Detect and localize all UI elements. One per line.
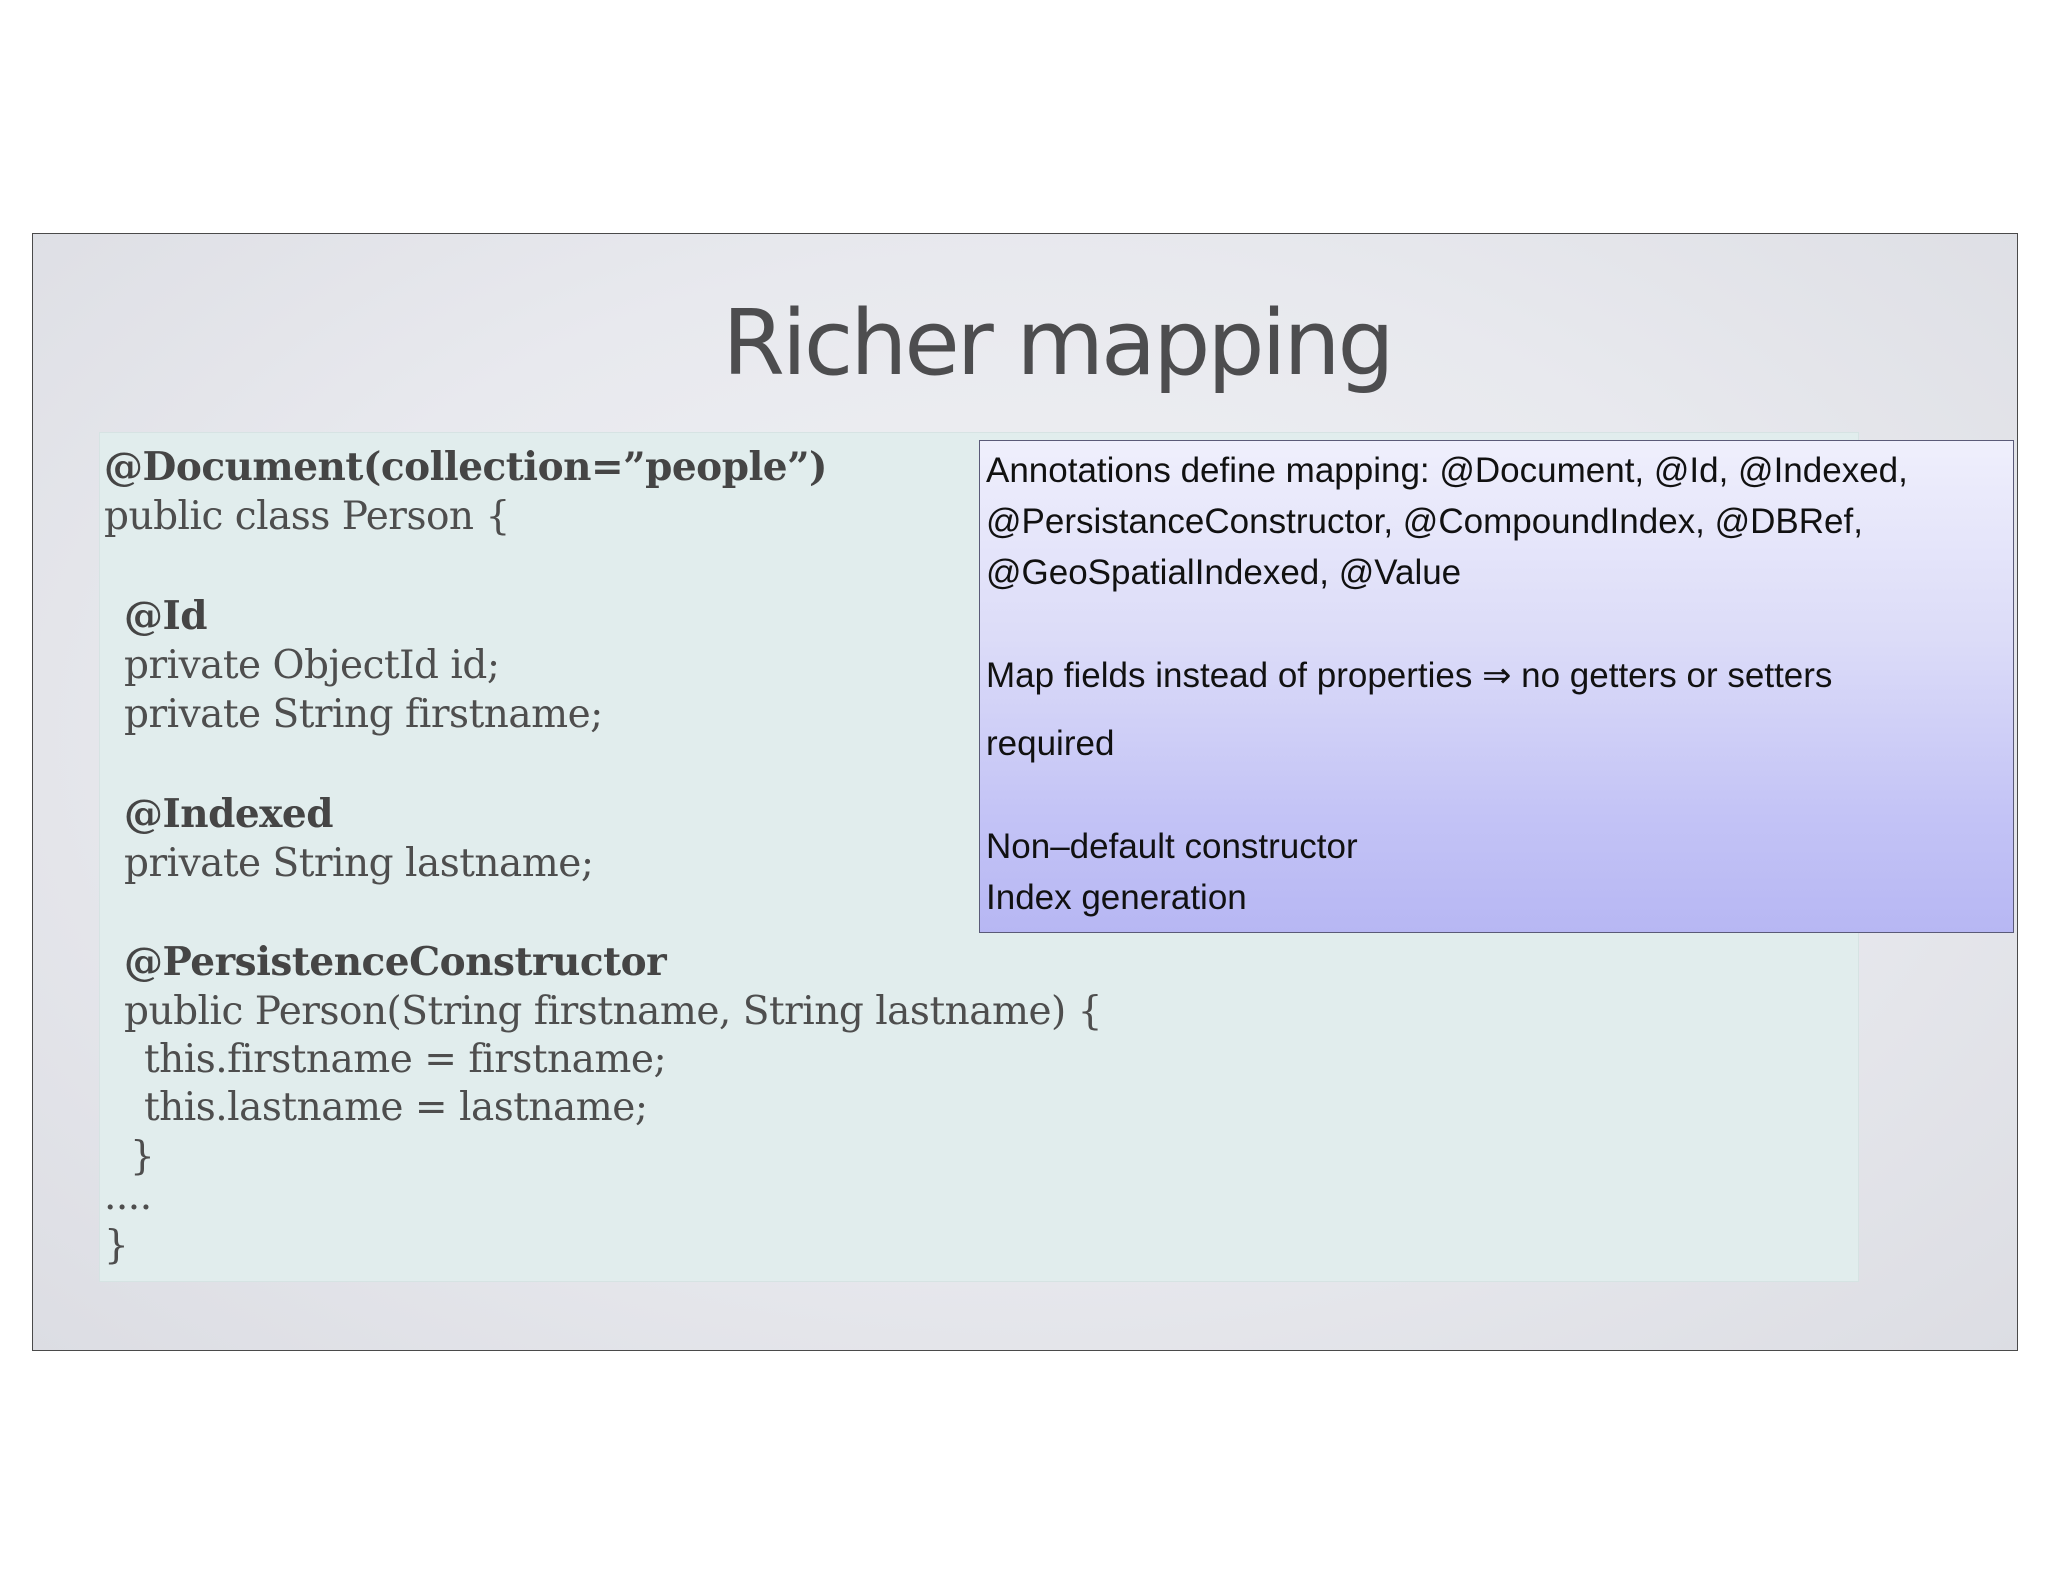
- code-line-assign-firstname: this.firstname = firstname;: [144, 1037, 667, 1082]
- code-line-id-field: private ObjectId id;: [124, 643, 500, 688]
- code-line-class-close: }: [104, 1223, 129, 1268]
- note-line-annotations: Annotations define mapping: @Document, @…: [986, 451, 1908, 490]
- code-line-assign-lastname: this.lastname = lastname;: [144, 1085, 648, 1130]
- code-line-constructor-annotation: @PersistenceConstructor: [124, 939, 667, 985]
- note-line-annotations-end: @GeoSpatialIndexed, @Value: [986, 553, 1462, 592]
- page: Richer mapping @Document(collection=”peo…: [0, 0, 2048, 1582]
- note-line-map-fields: Map fields instead of properties ⇒ no ge…: [986, 656, 1833, 695]
- slide-title: Richer mapping: [722, 291, 1394, 396]
- code-line-ellipsis: ....: [104, 1174, 152, 1219]
- code-line-document-annotation: @Document(collection=”people”): [104, 444, 827, 490]
- code-line-indexed-annotation: @Indexed: [124, 791, 334, 837]
- code-line-lastname-field: private String lastname;: [124, 841, 594, 886]
- code-line-constructor-signature: public Person(String firstname, String l…: [124, 989, 1102, 1034]
- code-line-firstname-field: private String firstname;: [124, 692, 603, 737]
- slide: Richer mapping @Document(collection=”peo…: [32, 233, 2018, 1351]
- code-line-class-declaration: public class Person {: [104, 494, 510, 539]
- note-line-annotations-cont: @PersistanceConstructor, @CompoundIndex,…: [986, 502, 1863, 541]
- note-line-required: required: [986, 724, 1115, 763]
- notes-callout: Annotations define mapping: @Document, @…: [979, 440, 2014, 933]
- note-line-index-generation: Index generation: [986, 878, 1247, 917]
- note-line-constructor: Non–default constructor: [986, 827, 1358, 866]
- code-line-constructor-close: }: [130, 1134, 155, 1179]
- code-line-id-annotation: @Id: [124, 593, 208, 639]
